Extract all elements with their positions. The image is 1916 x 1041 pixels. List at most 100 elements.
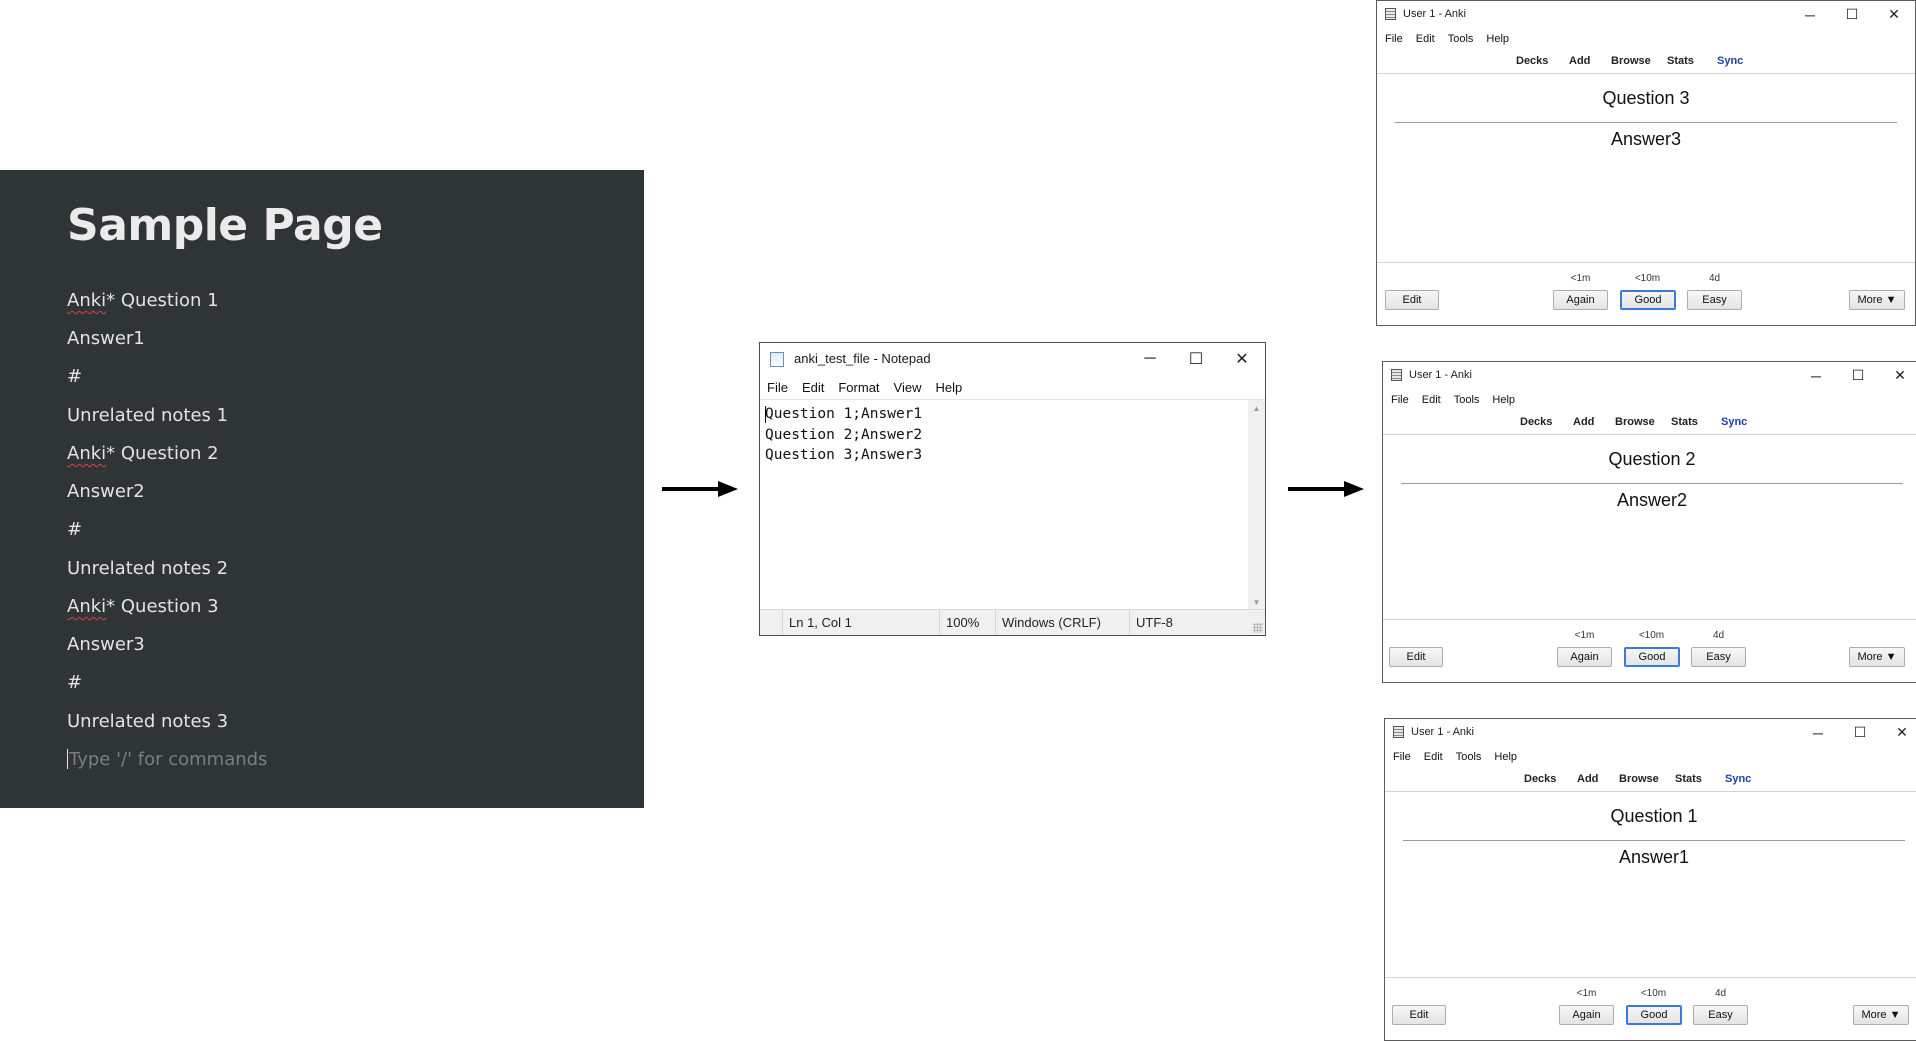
card-answer: Answer1 [1618, 847, 1690, 867]
block-notes-3[interactable]: Unrelated notes 3 [67, 711, 228, 732]
resize-grip-icon[interactable] [1253, 623, 1263, 633]
text-editor-area[interactable]: Question 1;Answer1 Question 2;Answer2 Ques… [760, 399, 1265, 611]
block-notes-1[interactable]: Unrelated notes 1 [67, 405, 228, 426]
answer-divider [1401, 483, 1903, 484]
right-arrow-icon [1288, 481, 1364, 497]
menu-help[interactable]: Help [1492, 394, 1515, 406]
menu-bar: File Edit Tools Help [1377, 28, 1915, 49]
block-anki-question-2[interactable]: Anki* Question 2 [67, 443, 219, 464]
again-interval: <1m [1574, 630, 1595, 641]
toolbar-stats[interactable]: Stats [1667, 55, 1694, 67]
easy-button[interactable]: Easy [1693, 1005, 1748, 1025]
close-button[interactable]: ✕ [1879, 362, 1916, 389]
edit-button[interactable]: Edit [1389, 647, 1443, 667]
block-answer-3[interactable]: Answer3 [67, 634, 145, 655]
block-separator-1[interactable]: # [67, 366, 82, 387]
menu-edit[interactable]: Edit [802, 380, 824, 395]
easy-button[interactable]: Easy [1691, 647, 1746, 667]
block-separator-3[interactable]: # [67, 672, 82, 693]
block-text: * Question 1 [106, 290, 219, 311]
title-bar[interactable]: User 1 - Anki ─ ☐ ✕ [1383, 362, 1916, 389]
maximize-button[interactable]: ☐ [1839, 719, 1881, 746]
close-button[interactable]: ✕ [1881, 719, 1916, 746]
minimize-button[interactable]: ─ [1789, 1, 1831, 28]
again-interval: <1m [1570, 273, 1591, 284]
toolbar-browse[interactable]: Browse [1611, 55, 1651, 67]
block-anki-question-1[interactable]: Anki* Question 1 [67, 290, 219, 311]
easy-interval: 4d [1714, 988, 1727, 999]
again-button[interactable]: Again [1553, 290, 1608, 310]
good-button[interactable]: Good [1620, 290, 1676, 310]
anki-keyword: Anki [67, 290, 107, 311]
menu-file[interactable]: File [1391, 394, 1409, 406]
toolbar-sync[interactable]: Sync [1725, 773, 1751, 785]
more-button[interactable]: More ▼ [1853, 1005, 1909, 1025]
vertical-scrollbar[interactable]: ▲ ▼ [1248, 400, 1265, 611]
text-line: Question 1;Answer1 [765, 406, 923, 422]
maximize-button[interactable]: ☐ [1173, 343, 1219, 375]
toolbar-stats[interactable]: Stats [1671, 416, 1698, 428]
toolbar-add[interactable]: Add [1569, 55, 1590, 67]
good-button[interactable]: Good [1624, 647, 1680, 667]
block-anki-question-3[interactable]: Anki* Question 3 [67, 596, 219, 617]
close-button[interactable]: ✕ [1219, 343, 1265, 375]
window-title: User 1 - Anki [1409, 369, 1472, 381]
block-separator-2[interactable]: # [67, 519, 82, 540]
block-notes-2[interactable]: Unrelated notes 2 [67, 558, 228, 579]
menu-edit[interactable]: Edit [1422, 394, 1441, 406]
block-answer-1[interactable]: Answer1 [67, 328, 145, 349]
card-answer: Answer3 [1610, 129, 1682, 149]
toolbar-decks[interactable]: Decks [1524, 773, 1556, 785]
empty-block-input[interactable]: Type '/' for commands [67, 749, 267, 770]
more-button[interactable]: More ▼ [1849, 647, 1905, 667]
toolbar-decks[interactable]: Decks [1516, 55, 1548, 67]
review-bar: <1m <10m 4d Edit Again Good Easy More ▼ [1383, 619, 1916, 679]
again-button[interactable]: Again [1559, 1005, 1614, 1025]
text-line: Question 2;Answer2 [765, 426, 923, 443]
block-text: * Question 2 [106, 443, 219, 464]
main-toolbar: Decks Add Browse Stats Sync [1377, 49, 1915, 74]
maximize-button[interactable]: ☐ [1837, 362, 1879, 389]
edit-button[interactable]: Edit [1385, 290, 1439, 310]
menu-file[interactable]: File [1385, 33, 1403, 45]
anki-window-question-2: User 1 - Anki ─ ☐ ✕ File Edit Tools Help… [1382, 361, 1916, 683]
toolbar-stats[interactable]: Stats [1675, 773, 1702, 785]
menu-edit[interactable]: Edit [1424, 751, 1443, 763]
menu-tools[interactable]: Tools [1448, 33, 1474, 45]
toolbar-browse[interactable]: Browse [1615, 416, 1655, 428]
minimize-button[interactable]: ─ [1797, 719, 1839, 746]
title-bar[interactable]: User 1 - Anki ─ ☐ ✕ [1377, 1, 1915, 28]
easy-button[interactable]: Easy [1687, 290, 1742, 310]
menu-help[interactable]: Help [1494, 751, 1517, 763]
menu-file[interactable]: File [767, 380, 788, 395]
title-bar[interactable]: User 1 - Anki ─ ☐ ✕ [1385, 719, 1916, 746]
toolbar-sync[interactable]: Sync [1717, 55, 1743, 67]
minimize-button[interactable]: ─ [1795, 362, 1837, 389]
scroll-up-icon[interactable]: ▲ [1248, 400, 1265, 417]
menu-help[interactable]: Help [935, 380, 962, 395]
block-answer-2[interactable]: Answer2 [67, 481, 145, 502]
text-caret [765, 406, 766, 423]
close-button[interactable]: ✕ [1873, 1, 1915, 28]
minimize-button[interactable]: ─ [1127, 343, 1173, 375]
window-title: User 1 - Anki [1411, 726, 1474, 738]
toolbar-decks[interactable]: Decks [1520, 416, 1552, 428]
toolbar-browse[interactable]: Browse [1619, 773, 1659, 785]
menu-tools[interactable]: Tools [1454, 394, 1480, 406]
edit-button[interactable]: Edit [1392, 1005, 1446, 1025]
menu-edit[interactable]: Edit [1416, 33, 1435, 45]
toolbar-sync[interactable]: Sync [1721, 416, 1747, 428]
good-button[interactable]: Good [1626, 1005, 1682, 1025]
menu-file[interactable]: File [1393, 751, 1411, 763]
toolbar-add[interactable]: Add [1573, 416, 1594, 428]
menu-tools[interactable]: Tools [1456, 751, 1482, 763]
again-button[interactable]: Again [1557, 647, 1612, 667]
menu-format[interactable]: Format [838, 380, 879, 395]
title-bar[interactable]: anki_test_file - Notepad ─ ☐ ✕ [760, 343, 1265, 375]
more-button[interactable]: More ▼ [1849, 290, 1905, 310]
maximize-button[interactable]: ☐ [1831, 1, 1873, 28]
menu-view[interactable]: View [894, 380, 922, 395]
toolbar-add[interactable]: Add [1577, 773, 1598, 785]
menu-bar: File Edit Tools Help [1385, 746, 1916, 767]
menu-help[interactable]: Help [1486, 33, 1509, 45]
